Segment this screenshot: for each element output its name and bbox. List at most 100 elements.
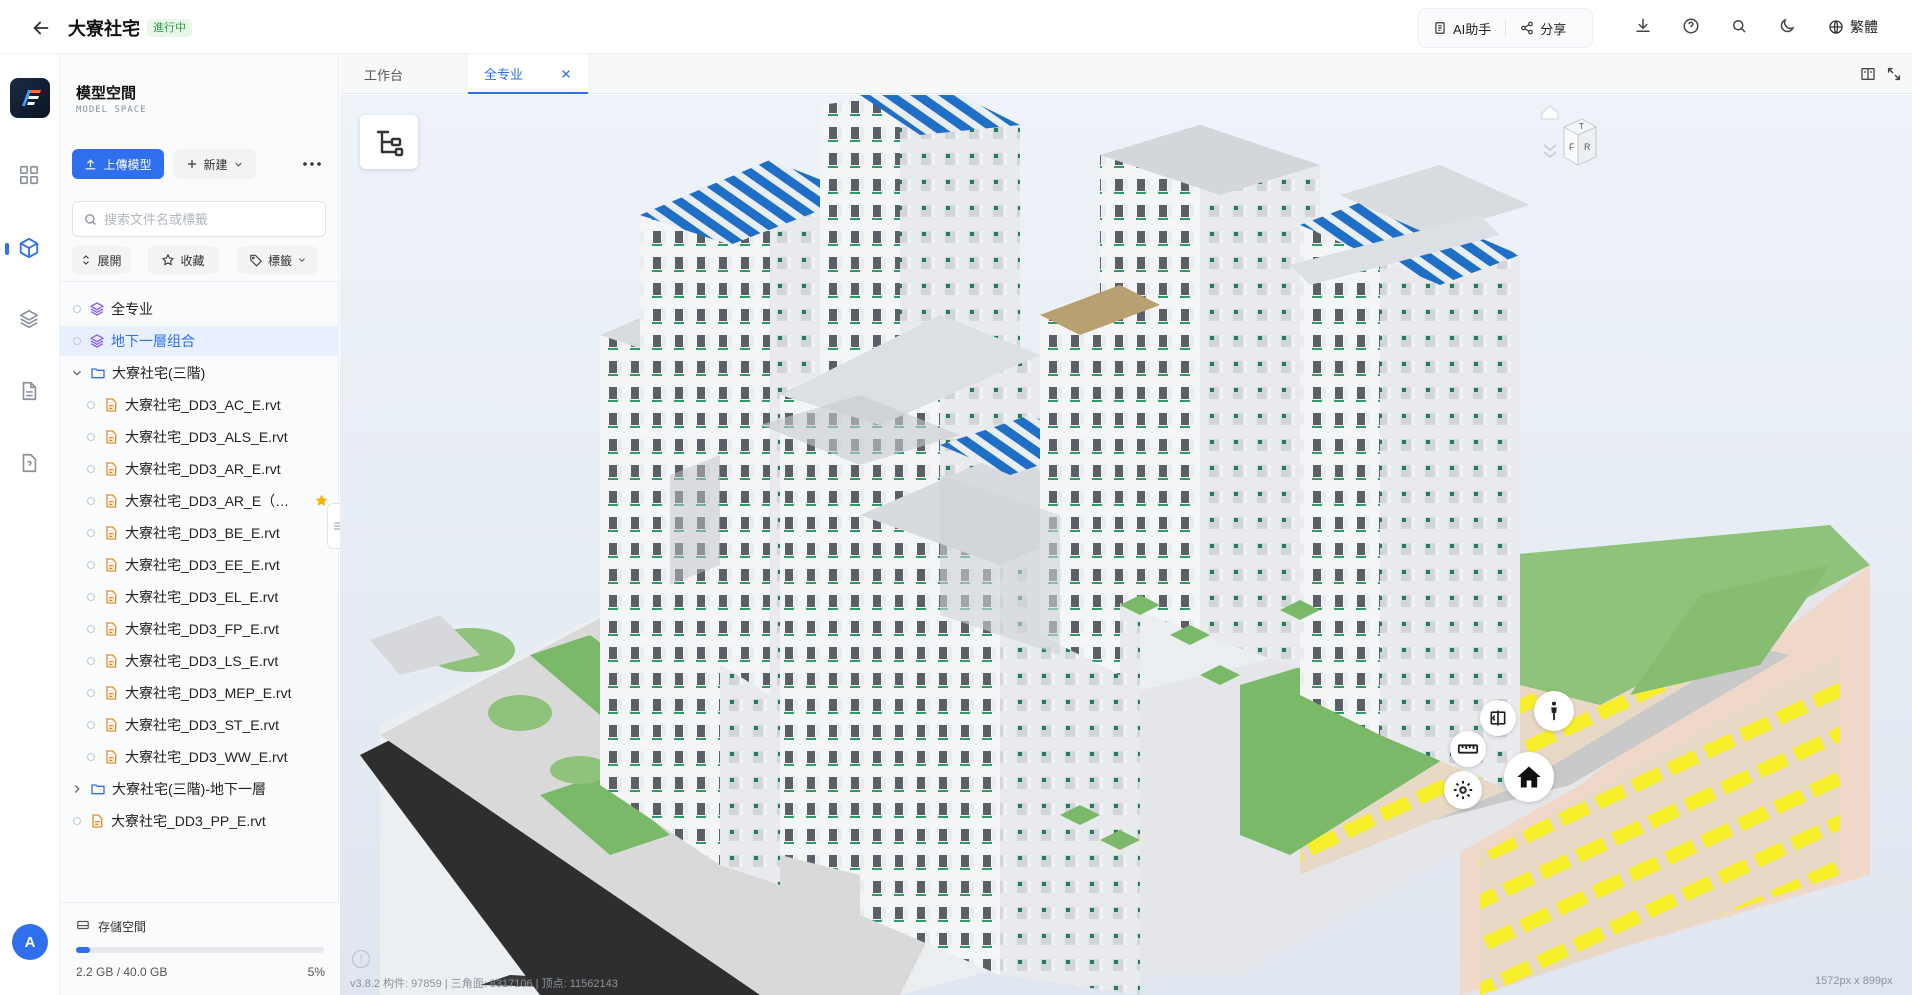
tab-label: 全专业 (484, 66, 524, 82)
app-logo[interactable] (10, 78, 50, 118)
expand-button[interactable]: 展開 (72, 246, 130, 274)
tree-file-label: 大寮社宅_DD3_PP_E.rvt (111, 813, 266, 829)
share-button[interactable]: 分享 (1506, 16, 1580, 40)
tree-file-fp[interactable]: 大寮社宅_DD3_FP_E.rvt (60, 614, 339, 644)
tree-file-label: 大寮社宅_DD3_LS_E.rvt (125, 653, 279, 669)
download-icon[interactable] (1634, 17, 1654, 37)
status-dot (87, 561, 95, 569)
person-walk-icon (1551, 701, 1557, 721)
file-icon (106, 398, 117, 412)
measure-button[interactable] (1450, 731, 1486, 767)
model-viewport[interactable]: T F R ! v3.8.2 构件: 97859 | 三角面: 8317106 … (340, 95, 1912, 995)
file-icon (106, 526, 117, 540)
dark-mode-moon-icon[interactable] (1778, 17, 1798, 37)
search-box (72, 201, 326, 237)
back-arrow-icon[interactable] (30, 17, 52, 39)
tree-file-pp[interactable]: 大寮社宅_DD3_PP_E.rvt (60, 806, 339, 836)
tree-file-als[interactable]: 大寮社宅_DD3_ALS_E.rvt (60, 422, 339, 452)
tree-file-ac[interactable]: 大寮社宅_DD3_AC_E.rvt (60, 390, 339, 420)
ai-assistant-label: AI助手 (1453, 21, 1492, 37)
language-switch[interactable]: 繁體 (1828, 17, 1878, 37)
file-icon (106, 462, 117, 476)
tree-file-el[interactable]: 大寮社宅_DD3_EL_E.rvt (60, 582, 339, 612)
status-dot (87, 465, 95, 473)
folder-icon (91, 368, 105, 379)
storage-percent-text: 5% (307, 965, 325, 979)
document-icon[interactable] (18, 380, 42, 404)
tree-file-ar[interactable]: 大寮社宅_DD3_AR_E.rvt (60, 454, 339, 484)
chevron-down-icon (234, 162, 242, 167)
panel-subtitle: MODEL SPACE (76, 105, 147, 115)
nav-home-icon[interactable] (1541, 105, 1559, 120)
model-cube-icon[interactable] (18, 237, 42, 261)
tree-item-basement-group[interactable]: 地下一層组合 (60, 326, 339, 356)
tree-item-label: 地下一層组合 (111, 333, 195, 349)
cube-face-label-right: R (1584, 142, 1591, 152)
search-input[interactable] (104, 211, 304, 227)
tree-file-ar-with[interactable]: 大寮社宅_DD3_AR_E（帶... (60, 486, 339, 516)
tree-file-ww[interactable]: 大寮社宅_DD3_WW_E.rvt (60, 742, 339, 772)
chevron-right-icon[interactable] (70, 782, 84, 796)
reset-home-view-button[interactable] (1504, 752, 1554, 802)
tree-file-be[interactable]: 大寮社宅_DD3_BE_E.rvt (60, 518, 339, 548)
tree-file-label: 大寮社宅_DD3_AR_E.rvt (125, 461, 281, 477)
file-icon (106, 750, 117, 764)
tree-file-ee[interactable]: 大寮社宅_DD3_EE_E.rvt (60, 550, 339, 580)
tab-all-disciplines[interactable]: 全专业 (468, 54, 588, 94)
expand-chevrons-icon (83, 255, 90, 265)
tree-folder-phase3[interactable]: 大寮社宅(三階) (60, 358, 339, 388)
tree-file-mep[interactable]: 大寮社宅_DD3_MEP_E.rvt (60, 678, 339, 708)
view-navigation-cube[interactable]: T F R (1522, 105, 1598, 185)
info-icon[interactable]: ! (352, 950, 370, 968)
status-badge: 進行中 (147, 19, 192, 37)
tree-item-all-disciplines[interactable]: 全专业 (60, 294, 339, 324)
star-outline-icon (162, 254, 175, 266)
home-icon (1517, 766, 1541, 788)
project-title: 大寮社宅 (68, 19, 140, 39)
status-dot (73, 305, 81, 313)
model-tree-toggle-button[interactable] (360, 115, 418, 169)
chevron-down-icon[interactable] (70, 366, 84, 380)
storage-progress-fill (76, 947, 90, 953)
tab-bar: 工作台 全专业 (340, 54, 1912, 94)
tab-workbench[interactable]: 工作台 (340, 54, 468, 94)
tree-file-ls[interactable]: 大寮社宅_DD3_LS_E.rvt (60, 646, 339, 676)
tag-filter-button[interactable]: 標籤 (238, 246, 318, 274)
viewer-settings-button[interactable] (1444, 771, 1482, 809)
status-dot (73, 817, 81, 825)
section-view-button[interactable] (1480, 700, 1516, 736)
dashboard-grid-icon[interactable] (18, 164, 42, 188)
tree-folder-label: 大寮社宅(三階)-地下一層 (112, 781, 266, 797)
tree-file-label: 大寮社宅_DD3_AR_E（帶... (125, 493, 297, 509)
status-dot (87, 689, 95, 697)
building-model-render[interactable] (340, 95, 1912, 995)
tree-file-st[interactable]: 大寮社宅_DD3_ST_E.rvt (60, 710, 339, 740)
share-label: 分享 (1540, 21, 1567, 37)
file-icon (92, 814, 103, 828)
help-document-icon[interactable] (18, 452, 42, 476)
fullscreen-icon[interactable] (1886, 66, 1902, 82)
help-icon[interactable] (1682, 17, 1702, 37)
tree-file-label: 大寮社宅_DD3_BE_E.rvt (125, 525, 280, 541)
user-avatar[interactable]: A (12, 924, 48, 960)
tree-file-label: 大寮社宅_DD3_ALS_E.rvt (125, 429, 288, 445)
walk-mode-button[interactable] (1534, 691, 1574, 731)
tree-folder-basement[interactable]: 大寮社宅(三階)-地下一層 (60, 774, 339, 804)
tree-folder-label: 大寮社宅(三階) (112, 365, 206, 381)
ai-assistant-button[interactable]: AI助手 (1419, 16, 1505, 40)
layers-icon[interactable] (18, 308, 42, 332)
split-view-icon[interactable] (1860, 66, 1876, 82)
storage-progress-bar (76, 947, 324, 953)
upload-model-button[interactable]: 上傳模型 (72, 149, 164, 179)
ai-share-group: AI助手 分享 (1418, 8, 1593, 48)
layers-icon (90, 302, 104, 316)
favorite-filter-button[interactable]: 收藏 (148, 246, 218, 274)
new-dropdown-button[interactable]: 新建 (174, 149, 256, 179)
nav-down-chevron-icon[interactable] (1543, 144, 1557, 159)
close-tab-icon[interactable] (560, 68, 572, 80)
plus-icon (188, 159, 197, 169)
status-dot (87, 753, 95, 761)
search-icon[interactable] (1730, 17, 1750, 37)
more-options-icon[interactable] (300, 153, 324, 175)
status-dot (87, 529, 95, 537)
